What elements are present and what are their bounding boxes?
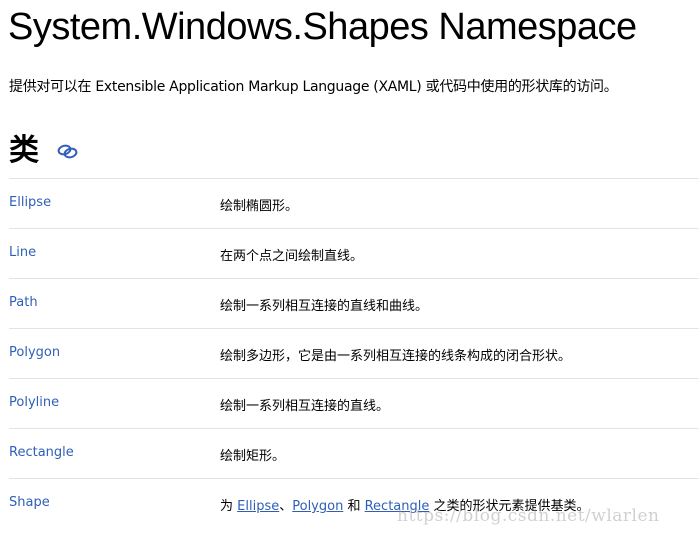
desc-text: 、 (279, 499, 293, 514)
section-heading-classes: 类 (9, 133, 39, 168)
table-row: Path 绘制一系列相互连接的直线和曲线。 (9, 278, 699, 328)
class-link-polygon[interactable]: Polygon (9, 345, 60, 360)
class-description: 在两个点之间绘制直线。 (220, 249, 364, 264)
page-title: System.Windows.Shapes Namespace (8, 6, 637, 48)
class-link-shape[interactable]: Shape (9, 495, 50, 510)
desc-text: 为 (220, 499, 238, 514)
class-description: 绘制一系列相互连接的直线。 (220, 399, 390, 414)
table-row: Rectangle 绘制矩形。 (9, 428, 699, 478)
watermark: https://blog.csdn.net/wlarlen (397, 506, 660, 526)
class-link-ellipse[interactable]: Ellipse (9, 195, 51, 210)
class-description: 绘制椭圆形。 (220, 199, 299, 214)
table-row: Line 在两个点之间绘制直线。 (9, 228, 699, 278)
class-description: 绘制矩形。 (220, 449, 286, 464)
link-icon[interactable] (56, 141, 80, 161)
class-link-polyline[interactable]: Polyline (9, 395, 59, 410)
page-description: 提供对可以在 Extensible Application Markup Lan… (9, 79, 618, 95)
desc-text: 和 (343, 499, 365, 514)
table-row: Polyline 绘制一系列相互连接的直线。 (9, 378, 699, 428)
class-link-rectangle[interactable]: Rectangle (9, 445, 74, 460)
class-link-line[interactable]: Line (9, 245, 36, 260)
inline-link-ellipse[interactable]: Ellipse (237, 499, 279, 514)
class-description: 绘制多边形，它是由一系列相互连接的线条构成的闭合形状。 (220, 349, 572, 364)
table-row: Ellipse 绘制椭圆形。 (9, 178, 699, 228)
table-row: Polygon 绘制多边形，它是由一系列相互连接的线条构成的闭合形状。 (9, 328, 699, 378)
classes-table: Ellipse 绘制椭圆形。 Line 在两个点之间绘制直线。 Path 绘制一… (9, 178, 699, 528)
class-description: 绘制一系列相互连接的直线和曲线。 (220, 299, 429, 314)
inline-link-polygon[interactable]: Polygon (292, 499, 343, 514)
class-link-path[interactable]: Path (9, 295, 38, 310)
